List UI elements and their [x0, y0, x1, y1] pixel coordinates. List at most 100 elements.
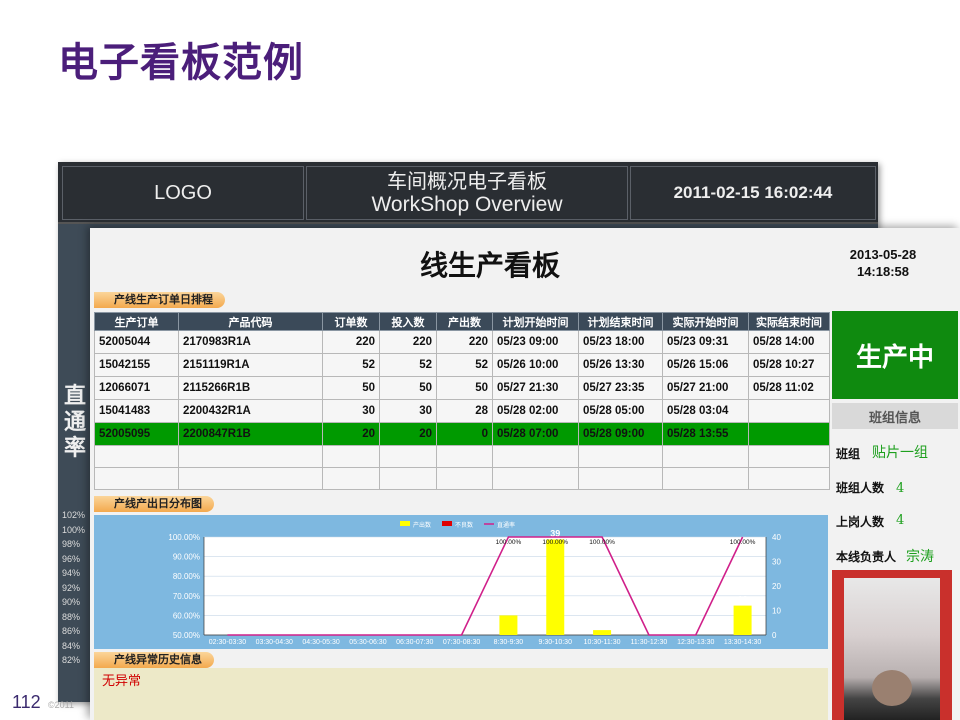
x-tick-label: 9:30-10:30	[539, 639, 573, 646]
column-header: 订单数	[322, 312, 380, 331]
bar-value-label: 0	[354, 625, 359, 634]
bar-value-label: 8	[506, 604, 511, 614]
slide-title: 电子看板范例	[58, 40, 304, 86]
actual-start: 05/28 13:55	[662, 422, 749, 446]
column-header: 投入数	[379, 312, 437, 331]
column-header: 计划结束时间	[578, 312, 663, 331]
y-left-tick-label: 100.00%	[168, 533, 200, 542]
empty-cell	[748, 445, 830, 468]
order-qty: 20	[322, 422, 380, 446]
table-row[interactable]: 12066071 2115266R1B 50 50 50 05/27 21:30…	[94, 376, 830, 400]
order-qty: 220	[322, 330, 380, 354]
plan-end: 05/27 23:35	[578, 376, 663, 400]
actual-end: 05/28 10:27	[748, 353, 830, 377]
overview-title: 车间概况电子看板 WorkShop Overview	[306, 166, 628, 220]
defect-value-label: 0	[760, 625, 765, 634]
yield-tick: 92%	[62, 582, 81, 593]
output-bar	[546, 539, 565, 635]
empty-cell	[662, 445, 749, 468]
plan-start: 05/27 21:30	[492, 376, 579, 400]
order-qty: 50	[322, 376, 380, 400]
legend-label: 不良数	[455, 521, 473, 529]
x-tick-label: 10:30-11:30	[584, 639, 621, 646]
actual-end: 05/28 14:00	[748, 330, 830, 354]
empty-cell	[492, 445, 579, 468]
x-tick-label: 13:30-14:30	[724, 639, 761, 646]
empty-cell	[578, 445, 663, 468]
yield-char: 直	[63, 384, 86, 409]
empty-cell	[748, 467, 830, 490]
empty-cell	[94, 445, 179, 468]
yield-tick: 94%	[62, 568, 81, 578]
order-id: 52005095	[94, 422, 179, 446]
plan-start: 05/26 10:00	[492, 353, 579, 377]
legend-swatch	[400, 521, 410, 526]
output-section-label: 产线产出日分布图	[94, 496, 214, 512]
on-duty-value: 4	[896, 513, 905, 528]
yield-tick: 82%	[62, 655, 81, 665]
y-left-tick-label: 70.00%	[173, 592, 200, 601]
page-number: 112	[12, 692, 41, 712]
table-row[interactable]: 52005044 2170983R1A 220 220 220 05/23 09…	[94, 330, 830, 354]
on-duty-label: 上岗人数	[836, 515, 885, 529]
output-chart-svg: 100.00% 90.00% 80.00% 70.00% 60.00% 50.00% 40 3…	[168, 521, 781, 646]
yield-tick: 98%	[62, 539, 81, 549]
bar-value-label: 0	[401, 625, 406, 634]
x-tick-label: 8:30-9:30	[494, 639, 524, 646]
output-bar	[593, 630, 612, 635]
yield-tick: 102%	[62, 510, 86, 520]
empty-cell	[379, 445, 437, 468]
board-time: 14:18:58	[856, 264, 910, 279]
defect-value-label: 0	[471, 625, 476, 634]
output-bar	[733, 605, 752, 635]
defect-value-label: 0	[526, 625, 531, 634]
x-tick-label: 02:30-03:30	[209, 639, 246, 646]
yield-char: 通	[63, 410, 86, 435]
column-header: 实际开始时间	[662, 312, 749, 331]
actual-start: 05/26 15:06	[662, 353, 749, 377]
abnormal-text: 无异常	[102, 674, 142, 689]
board-date: 2013-05-28	[849, 247, 917, 262]
y-left-tick-label: 60.00%	[173, 611, 200, 620]
bar-value-label: 0	[260, 625, 265, 634]
face-image	[872, 670, 912, 706]
table-row-active[interactable]: 52005095 2200847R1B 20 20 0 05/28 07:00 …	[94, 422, 830, 446]
yield-value-label: 100.00%	[589, 539, 615, 546]
y-right-tick-label: 30	[772, 558, 781, 567]
x-tick-label: 11:30-12:30	[630, 639, 667, 646]
team-size-value: 4	[896, 481, 905, 496]
product-code: 2115266R1B	[178, 376, 323, 400]
legend-swatch	[442, 521, 452, 526]
abnormal-section-label: 产线异常历史信息	[94, 652, 214, 668]
empty-cell	[436, 467, 493, 490]
logo: LOGO	[62, 166, 304, 220]
y-right-tick-label: 0	[772, 631, 777, 640]
actual-end	[748, 399, 830, 423]
input-qty: 52	[379, 353, 437, 377]
owner-photo	[832, 570, 952, 720]
overview-title-en: WorkShop Overview	[371, 193, 563, 216]
order-id: 12066071	[94, 376, 179, 400]
column-header: 实际结束时间	[748, 312, 830, 331]
empty-cell	[322, 467, 380, 490]
defect-value-label: 0	[378, 625, 383, 634]
empty-cell	[178, 445, 323, 468]
x-tick-label: 06:30-07:30	[396, 639, 433, 646]
bar-value-label: 0	[447, 625, 452, 634]
empty-cell	[379, 467, 437, 490]
y-right-tick-label: 20	[772, 582, 781, 591]
defect-value-label: 0	[659, 625, 664, 634]
table-row[interactable]: 15041483 2200432R1A 30 30 28 05/28 02:00…	[94, 399, 830, 423]
bar-value-label: 2	[600, 619, 605, 629]
overview-title-cn: 车间概况电子看板	[387, 169, 547, 193]
yield-tick: 86%	[62, 626, 81, 636]
table-row-empty	[94, 467, 830, 490]
team-info-header: 班组信息	[832, 403, 958, 429]
bar-value-label: 12	[738, 595, 748, 605]
table-row[interactable]: 15042155 2151119R1A 52 52 52 05/26 10:00…	[94, 353, 830, 377]
actual-end	[748, 422, 830, 446]
order-id: 15042155	[94, 353, 179, 377]
empty-cell	[492, 467, 579, 490]
empty-cell	[578, 467, 663, 490]
line-owner-value: 宗涛	[906, 549, 934, 565]
